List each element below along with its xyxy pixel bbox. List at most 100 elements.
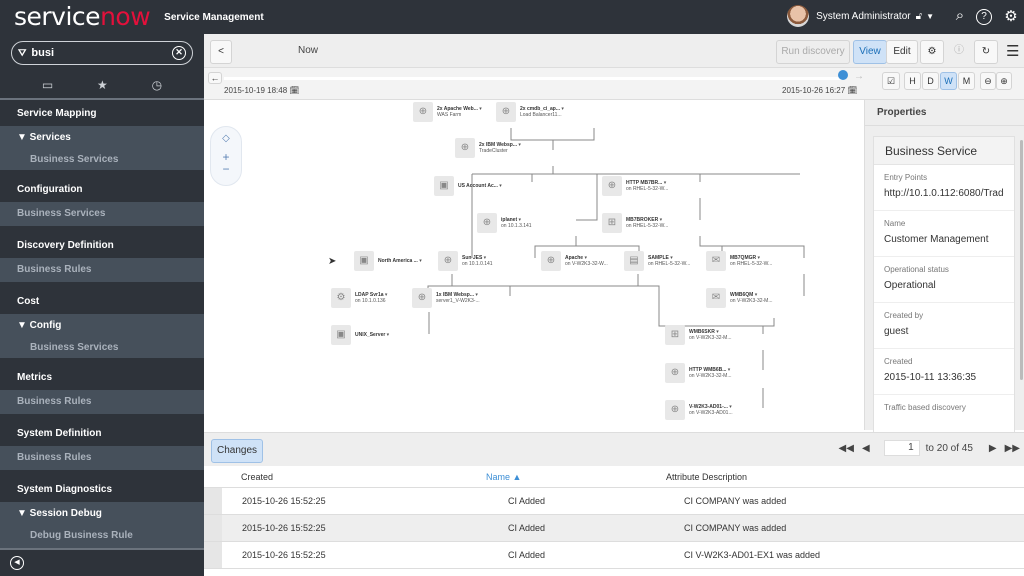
zoom-out-button[interactable]: ⊖ <box>980 72 996 90</box>
properties-scrollbar[interactable] <box>1020 140 1023 380</box>
calendar-icon[interactable]: 🗓︎ <box>289 86 299 95</box>
ci-icon: ⊕ <box>665 363 685 383</box>
table-row[interactable]: 2015-10-26 15:52:25 CI Added CI COMPANY wa… <box>204 515 1024 542</box>
property-value[interactable]: guest <box>884 326 1004 337</box>
last-page-icon[interactable]: ▶▶ <box>1005 443 1020 454</box>
timeline-select-button[interactable]: ☑ <box>882 72 900 90</box>
ci-node[interactable]: ⊞ WMB6SKR ▾ on V-W2K3-32-M... <box>665 325 732 345</box>
info-button[interactable]: ⓘ <box>948 40 970 64</box>
ci-node[interactable]: ⊕ 1x IBM Websp... ▾ server1_V-W2K3-... <box>412 288 480 308</box>
cell-name: CI Added <box>508 523 546 533</box>
user-menu[interactable]: System Administrator 🔓︎ ▼ <box>787 5 934 27</box>
view-button[interactable]: View <box>853 40 887 64</box>
ci-label: UNIX_Server ▾ <box>355 332 390 338</box>
scale-d-button[interactable]: D <box>922 72 939 90</box>
servicenow-logo[interactable]: servicenow <box>14 0 151 34</box>
ci-label: Apache ▾ on V-W2K3-32-W... <box>565 255 608 267</box>
business-service-card: Business Service Entry Points http://10.1… <box>873 136 1015 441</box>
nav-gap <box>0 470 204 478</box>
ci-node[interactable]: ⚙ LDAP Svr1a ▾ on 10.1.0.136 <box>331 288 387 308</box>
ci-node[interactable]: ⊕ Apache ▾ on V-W2K3-32-W... <box>541 251 608 271</box>
sidebar-item[interactable]: System Diagnostics <box>0 478 204 502</box>
sidebar-item[interactable]: ▼ Config <box>0 314 204 338</box>
ci-node[interactable]: ⊕ V-W2K3-AD01-... ▾ on V-W2K3-AD01... <box>665 400 733 420</box>
ci-node[interactable]: ⊕ 2x Apache Web... ▾ WAS Farm <box>413 102 482 122</box>
ci-node[interactable]: ⊕ 2x cmdb_ci_ap... ▾ Load Balancer11... <box>496 102 564 122</box>
sidebar-item[interactable]: ▼ Session Debug <box>0 502 204 526</box>
sidebar-item[interactable]: Business Rules <box>0 258 204 282</box>
timeline-forward-button[interactable]: → <box>854 71 864 82</box>
filter-input[interactable]: ⛛ busi ✕ <box>11 41 193 65</box>
sidebar-item[interactable]: Metrics <box>0 366 204 390</box>
col-created[interactable]: Created <box>204 472 444 482</box>
clear-filter-icon[interactable]: ✕ <box>172 46 186 60</box>
ci-node[interactable]: ▤ SAMPLE ▾ on RHEL-5-32-W... <box>624 251 690 271</box>
sidebar-item[interactable]: Business Services <box>0 338 204 358</box>
ci-node[interactable]: ▣ UNIX_Server ▾ <box>331 325 389 345</box>
sidebar-item[interactable]: Cost <box>0 290 204 314</box>
first-page-icon[interactable]: ◀◀ <box>839 443 854 454</box>
help-icon[interactable]: ? <box>976 9 992 25</box>
property-value[interactable]: Customer Management <box>884 234 1004 245</box>
ci-node[interactable]: ⊕ HTTP WMB6B... ▾ on V-W2K3-32-M... <box>665 363 732 383</box>
sidebar-item[interactable]: Debug Business Rule <box>0 526 204 546</box>
sidebar-item[interactable]: Discovery Definition <box>0 234 204 258</box>
service-map-diagram[interactable]: ◇ + − ⊕ 2x Apache Web... ▾ WAS Farm ⊕ 2x cmd… <box>204 100 864 430</box>
ci-node[interactable]: ▣ US Account Ac... ▾ <box>434 176 502 196</box>
ci-label: Sun JES ▾ on 10.1.0.141 <box>462 255 493 267</box>
menu-icon[interactable]: ☰ <box>1006 42 1019 60</box>
sidebar-item[interactable]: ▼ Services <box>0 126 204 150</box>
ci-node[interactable]: ▣ North America ... ▾ <box>354 251 422 271</box>
sidebar-item[interactable]: Business Services <box>0 150 204 170</box>
sidebar-item[interactable]: Configuration <box>0 178 204 202</box>
changes-tab[interactable]: Changes <box>211 439 263 463</box>
property-value[interactable]: Operational <box>884 280 1004 291</box>
prev-page-icon[interactable]: ◀ <box>862 443 870 454</box>
star-icon[interactable]: ★ <box>97 78 108 92</box>
next-page-icon[interactable]: ▶ <box>989 443 997 454</box>
start-date: 2015-10-19 18:48 🗓︎ <box>224 86 300 95</box>
avatar <box>787 5 810 27</box>
ci-label: 2x Apache Web... ▾ WAS Farm <box>437 106 482 118</box>
sidebar-item[interactable]: Service Mapping <box>0 102 204 126</box>
sidebar-item[interactable]: Business Rules <box>0 390 204 414</box>
scale-h-button[interactable]: H <box>904 72 921 90</box>
ci-node[interactable]: ⊕ Sun JES ▾ on 10.1.0.141 <box>438 251 493 271</box>
ci-node[interactable]: ✉ MB7QMGR ▾ on RHEL-5-32-W... <box>706 251 772 271</box>
sidebar-item[interactable]: System Definition <box>0 422 204 446</box>
ci-node[interactable]: ⊕ iplanet ▾ on 10.1.3.141 <box>477 213 532 233</box>
col-name[interactable]: Name ▲ <box>444 472 584 482</box>
table-row[interactable]: 2015-10-26 15:52:25 CI Added CI V-W2K3-AD0… <box>204 542 1024 569</box>
ci-node[interactable]: ✉ WMB6QM ▾ on V-W2K3-32-M... <box>706 288 773 308</box>
refresh-button[interactable]: ↻ <box>974 40 998 64</box>
property-value[interactable]: http://10.1.0.112:6080/Trade <box>884 188 1004 199</box>
archive-icon[interactable]: ▭ <box>42 78 53 92</box>
gear-icon[interactable]: ⚙ <box>1001 7 1021 25</box>
back-button[interactable]: < <box>210 40 232 64</box>
sidebar-item[interactable]: Business Rules <box>0 446 204 470</box>
ci-label: MB7BROKER ▾ on RHEL-5-32-W... <box>626 217 669 229</box>
col-attribute-description[interactable]: Attribute Description <box>584 472 1024 482</box>
table-row[interactable]: 2015-10-26 15:52:25 CI Added CI COMPANY wa… <box>204 488 1024 515</box>
settings-button[interactable]: ⚙ <box>920 40 944 64</box>
search-icon[interactable]: ⌕ <box>950 7 970 24</box>
collapse-sidebar-icon[interactable]: ◀ <box>10 556 24 570</box>
run-discovery-button[interactable]: Run discovery <box>776 40 850 64</box>
scale-w-button[interactable]: W <box>940 72 957 90</box>
property-value[interactable]: 2015-10-11 13:36:35 <box>884 372 1004 383</box>
calendar-icon[interactable]: 🗓︎ <box>847 86 857 95</box>
edit-button[interactable]: Edit <box>886 40 918 64</box>
history-icon[interactable]: ◷ <box>152 78 162 92</box>
page-input[interactable]: 1 <box>883 440 920 456</box>
ci-node[interactable]: ⊞ MB7BROKER ▾ on RHEL-5-32-W... <box>602 213 668 233</box>
timeline-back-button[interactable]: ← <box>208 72 222 84</box>
ci-node[interactable]: ⊕ 2x IBM Websp... ▾ TradeCluster <box>455 138 521 158</box>
scale-m-button[interactable]: M <box>958 72 975 90</box>
sidebar-item[interactable]: Business Services <box>0 202 204 226</box>
ci-node[interactable]: ⊕ HTTP MB7BR... ▾ on RHEL-5-32-W... <box>602 176 668 196</box>
timeline-marker-icon[interactable] <box>838 70 848 80</box>
timeline-track[interactable] <box>224 77 844 80</box>
page-count: to 20 of 45 <box>925 442 973 454</box>
table-header: Created Name ▲ Attribute Description <box>204 466 1024 488</box>
zoom-in-button[interactable]: ⊕ <box>996 72 1012 90</box>
